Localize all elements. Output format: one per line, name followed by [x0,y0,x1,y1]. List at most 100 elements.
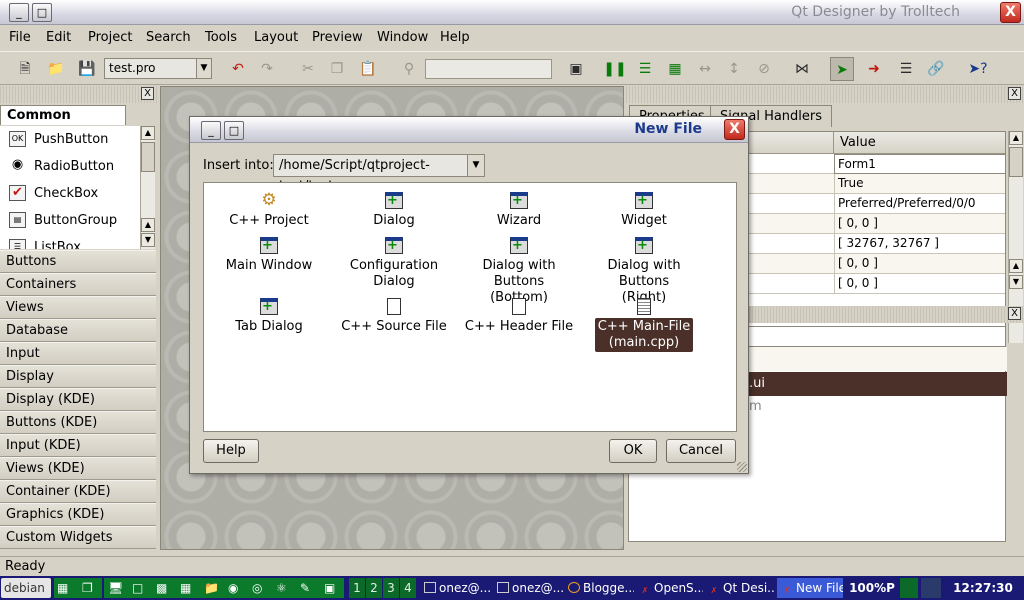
project-combo[interactable]: test.pro ▼ [104,58,212,79]
menu-tools[interactable]: Tools [205,30,237,45]
layout-grid-icon[interactable]: ▦ [663,57,687,81]
template-widget[interactable]: Widget [581,192,707,230]
category-container-kde[interactable]: Container (KDE) [0,480,156,503]
chrome-icon[interactable]: ◎ [252,578,262,598]
paste-icon[interactable]: 📋 [356,57,380,81]
scroll-up-icon[interactable]: ▲ [1009,259,1023,273]
new-file-icon[interactable]: 🗎 [13,57,37,81]
firefox-icon[interactable]: ◉ [228,578,238,598]
desktop-4[interactable]: 4 [400,578,416,598]
tab-order-icon[interactable]: ☰ [894,57,918,81]
monitor-icon[interactable]: 🖥 [108,578,123,598]
menu-project[interactable]: Project [88,30,132,45]
windows-icon[interactable]: ❐ [82,578,93,598]
task-terminal-1[interactable]: onez@... [420,578,492,598]
calculator-icon[interactable]: ▦ [180,578,191,598]
category-buttons-kde[interactable]: Buttons (KDE) [0,411,156,434]
start-button[interactable]: debian @ [1,578,51,598]
tab-common-widgets[interactable]: Common Widgets [0,105,126,142]
desktop-1[interactable]: 1 [349,578,365,598]
category-input-kde[interactable]: Input (KDE) [0,434,156,457]
dialog-maximize-button[interactable]: □ [224,121,244,140]
terminal-icon[interactable]: ▩ [156,578,167,598]
category-views[interactable]: Views [0,296,156,319]
layout-vertical-icon[interactable]: ☰ [633,57,657,81]
scroll-down-icon[interactable]: ▼ [141,233,155,247]
scroll-up-icon[interactable]: ▲ [1009,131,1023,145]
spacer-icon[interactable]: ↕ [722,57,746,81]
menu-search[interactable]: Search [146,30,191,45]
template-tab-dialog[interactable]: Tab Dialog [206,298,332,336]
template-cpp-main-file[interactable]: C++ Main-File (main.cpp) [581,298,707,352]
window-icon[interactable]: □ [132,578,143,598]
template-dialog[interactable]: Dialog [331,192,457,230]
scroll-up-icon[interactable]: ▲ [141,218,155,232]
template-configuration-dialog[interactable]: Configuration Dialog [331,237,457,291]
task-terminal-2[interactable]: onez@... [493,578,565,598]
menu-edit[interactable]: Edit [46,30,71,45]
menu-help[interactable]: Help [440,30,470,45]
adjust-size-icon[interactable]: ▣ [564,57,588,81]
close-icon[interactable]: X [1008,307,1021,320]
layout-horizontal-icon[interactable]: ❚❚ [603,57,627,81]
ok-button[interactable]: OK [609,439,657,463]
template-dialog-buttons-bottom[interactable]: Dialog with Buttons (Bottom) [456,237,582,307]
undo-icon[interactable]: ↶ [226,57,250,81]
category-graphics-kde[interactable]: Graphics (KDE) [0,503,156,526]
scroll-thumb[interactable] [141,142,155,172]
cut-icon[interactable]: ✂ [296,57,320,81]
property-value[interactable]: Form1 [834,154,1005,174]
dialog-close-button[interactable]: X [724,119,745,140]
category-display-kde[interactable]: Display (KDE) [0,388,156,411]
copy-icon[interactable]: ❐ [325,57,349,81]
template-wizard[interactable]: Wizard [456,192,582,230]
gimp-icon[interactable]: ⚛ [276,578,287,598]
template-main-window[interactable]: Main Window [206,237,332,275]
find-icon[interactable]: ⚲ [397,57,421,81]
template-cpp-project[interactable]: ⚙ C++ Project [206,192,332,230]
task-opens[interactable]: ✗ OpenS... [635,578,703,598]
widget-icon[interactable]: ⋈ [790,57,814,81]
help-button[interactable]: Help [203,439,259,463]
dialog-minimize-button[interactable]: _ [201,121,221,140]
menu-window[interactable]: Window [377,30,428,45]
list-item[interactable]: ▤ ButtonGroup [0,207,140,234]
scroll-up-icon[interactable]: ▲ [141,126,155,140]
list-item[interactable]: OK PushButton [0,126,140,153]
desktop-2[interactable]: 2 [366,578,382,598]
find-field[interactable] [425,59,552,79]
category-display[interactable]: Display [0,365,156,388]
open-icon[interactable]: 📁 [44,57,68,81]
media-icon[interactable]: ▣ [324,578,335,598]
scroll-down-icon[interactable]: ▼ [1009,275,1023,289]
scroll-thumb[interactable] [1009,147,1023,177]
menu-preview[interactable]: Preview [312,30,363,45]
connect-signals-icon[interactable]: ➜ [862,57,886,81]
maximize-button[interactable]: □ [32,3,52,22]
tray-icon[interactable] [900,578,918,598]
insert-into-combo[interactable]: /home/Script/qtproject-test/test ▼ [273,154,485,194]
editor-icon[interactable]: ✎ [300,578,310,598]
widget-list-scrollbar[interactable]: ▲ ▲ ▼ [140,126,155,249]
category-buttons[interactable]: Buttons [0,250,156,273]
folder-icon[interactable]: 📁 [204,578,219,598]
task-qt-designer[interactable]: ✗ Qt Desi... [704,578,776,598]
menu-file[interactable]: File [9,30,31,45]
list-item[interactable]: ◉ RadioButton [0,153,140,180]
pointer-icon[interactable]: ➤ [830,57,854,81]
redo-icon[interactable]: ↷ [255,57,279,81]
break-layout-icon[interactable]: ↔ [693,57,717,81]
grid-icon[interactable]: ▦ [57,578,68,598]
close-window-button[interactable]: X [1000,2,1021,23]
close-icon[interactable]: X [1008,87,1021,100]
category-views-kde[interactable]: Views (KDE) [0,457,156,480]
category-containers[interactable]: Containers [0,273,156,296]
menu-layout[interactable]: Layout [254,30,298,45]
close-icon[interactable]: X [141,87,154,100]
minimize-button[interactable]: _ [9,3,29,22]
template-cpp-header-file[interactable]: C++ Header File [456,298,582,336]
save-icon[interactable]: 💾 [75,57,99,81]
whats-this-icon[interactable]: ➤? [966,57,990,81]
cancel-button[interactable]: Cancel [666,439,736,463]
category-database[interactable]: Database [0,319,156,342]
